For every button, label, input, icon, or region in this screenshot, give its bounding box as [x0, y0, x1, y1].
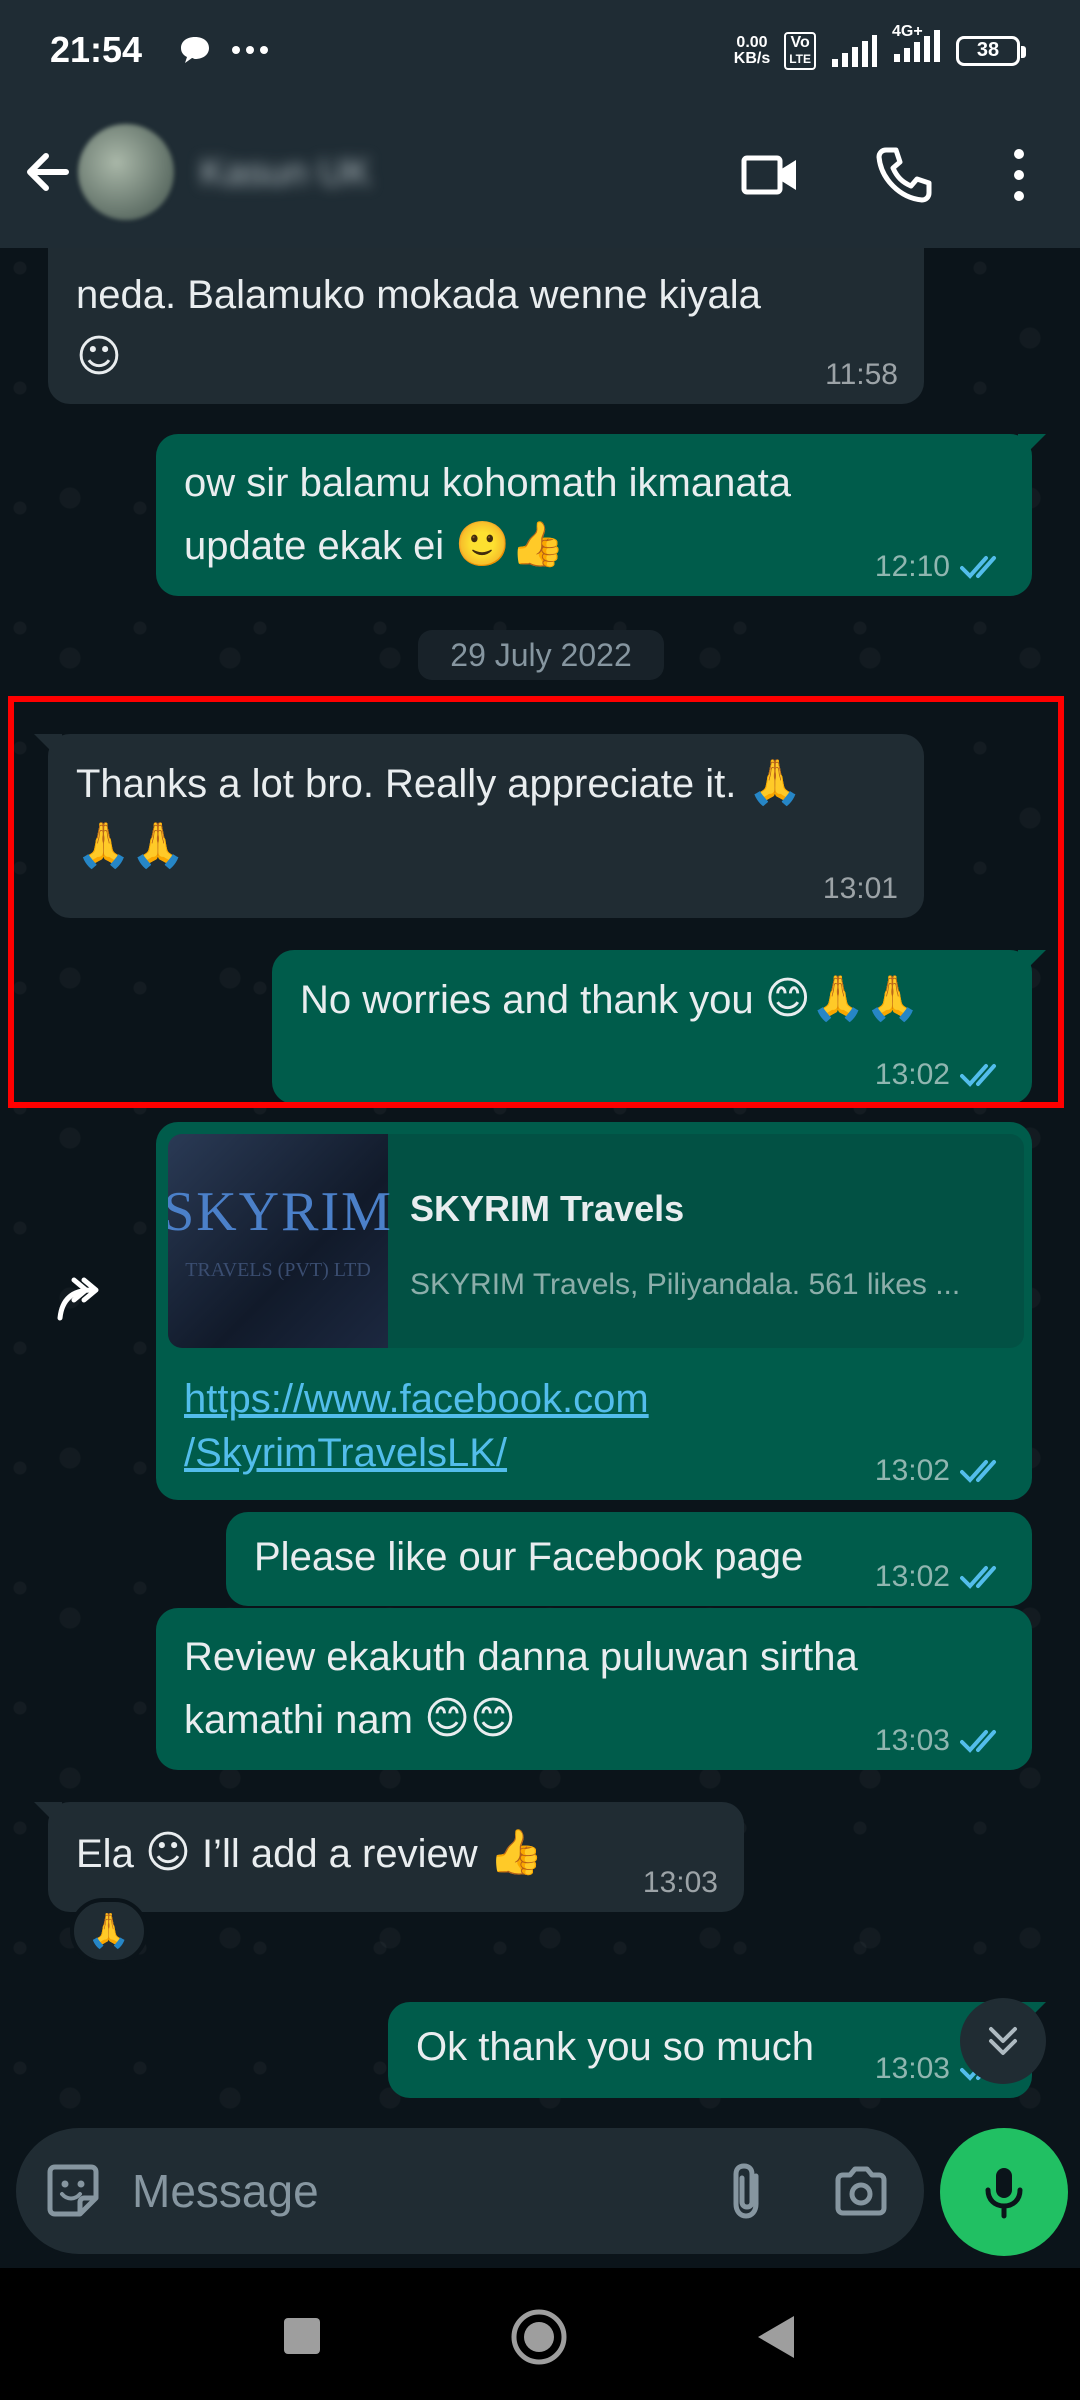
system-nav-bar [0, 2268, 1080, 2400]
message-meta: 13:03 [875, 1726, 1006, 1756]
home-button[interactable] [510, 2308, 568, 2366]
message-text: Ela ☺ I’ll add a review 👍 [76, 1827, 544, 1878]
message-outgoing[interactable]: Review ekakuth danna puluwan sirtha kama… [156, 1608, 1032, 1770]
link-title: SKYRIM Travels [410, 1188, 685, 1229]
bubble-tail [1018, 434, 1046, 462]
voice-record-button[interactable] [940, 2128, 1068, 2256]
message-input[interactable]: Message [16, 2128, 924, 2254]
message-meta: 13:02 [875, 1562, 1006, 1592]
message-time: 11:58 [825, 358, 898, 391]
read-ticks-icon [960, 1566, 996, 1589]
message-meta: 13:02 [875, 1456, 1006, 1486]
chat-notification-icon [181, 37, 210, 63]
smiling-emoji: ☺ [76, 331, 122, 382]
message-placeholder: Message [132, 2165, 319, 2217]
network-4g: 4G+ [892, 24, 942, 73]
message-outgoing[interactable]: Ok thank you so much 13:03 [388, 2002, 1046, 2098]
highlight-box [8, 696, 1064, 1108]
message-meta: 13:03 [643, 1868, 718, 1898]
more-notifications-icon [232, 46, 269, 54]
link-url[interactable]: https://www.facebook.com /SkyrimTravelsL… [184, 1372, 649, 1480]
status-right: 0.00 KB/s Vo LTE 4G+ 38 [733, 24, 1026, 73]
status-time: 21:54 [50, 29, 143, 70]
double-chevron-down-icon [989, 2027, 1017, 2055]
message-time: 13:03 [874, 1724, 950, 1757]
message-reaction[interactable]: 🙏 [70, 1898, 148, 1964]
read-ticks-icon [960, 556, 996, 579]
message-incoming[interactable]: neda. Balamuko mokada wenne kiyala ☺ 11:… [48, 248, 924, 404]
more-options-icon[interactable] [984, 140, 1054, 210]
message-list[interactable]: neda. Balamuko mokada wenne kiyala ☺ 11:… [0, 248, 1080, 2128]
signal-icon [832, 34, 877, 67]
thumbnail-logo-sub: TRAVELS (PVT) LTD [185, 1259, 371, 1281]
forward-icon[interactable] [48, 1258, 128, 1338]
read-ticks-icon [960, 1730, 996, 1753]
message-time: 13:03 [874, 2052, 950, 2085]
link-thumbnail: SKYRIM TRAVELS (PVT) LTD [168, 1134, 391, 1348]
thumbnail-logo: SKYRIM [168, 1181, 393, 1243]
smile-thumbs-up-emoji: 🙂👍 [455, 519, 565, 570]
recent-apps-button[interactable] [280, 2314, 324, 2358]
voice-call-icon[interactable] [868, 140, 938, 210]
link-description: SKYRIM Travels, Piliyandala. 561 likes .… [410, 1268, 961, 1301]
message-outgoing-link[interactable]: SKYRIM TRAVELS (PVT) LTD SKYRIM Travels … [156, 1122, 1032, 1500]
message-time: 13:02 [874, 1560, 950, 1593]
smiling-emoji: 😊😊 [424, 1693, 516, 1744]
composer: Message [0, 2128, 1080, 2268]
link-site: www.facebook.com [410, 1330, 960, 1348]
date-divider: 29 July 2022 [418, 630, 664, 680]
sticker-icon[interactable] [42, 2160, 104, 2222]
message-time: 13:03 [642, 1866, 718, 1899]
scroll-to-bottom-button[interactable] [960, 1998, 1046, 2084]
message-time: 13:02 [874, 1454, 950, 1487]
back-arrow-icon[interactable] [18, 142, 78, 202]
message-meta: 12:10 [875, 552, 1006, 582]
smiling-emoji: ☺ [144, 1827, 191, 1878]
volte-badge: Vo LTE [784, 31, 816, 70]
message-outgoing[interactable]: ow sir balamu kohomath ikmanata update e… [156, 434, 1046, 596]
contact-name[interactable]: Kasun UK [200, 152, 371, 195]
message-incoming[interactable]: Ela ☺ I’ll add a review 👍 13:03 [34, 1802, 744, 1912]
back-button[interactable] [752, 2312, 800, 2362]
video-call-icon[interactable] [736, 140, 806, 210]
contact-avatar[interactable] [78, 124, 174, 220]
message-meta: 11:58 [825, 360, 898, 390]
status-left: 21:54 [50, 29, 270, 71]
network-speed: 0.00 KB/s [733, 33, 771, 67]
thumbs-up-emoji: 👍 [488, 1827, 544, 1878]
battery-indicator: 38 [956, 35, 1026, 66]
attach-icon[interactable] [716, 2160, 778, 2222]
camera-icon[interactable] [830, 2160, 892, 2222]
link-info: SKYRIM Travels SKYRIM Travels, Piliyanda… [388, 1134, 960, 1348]
message-time: 12:10 [874, 550, 950, 583]
chat-header: Kasun UK [0, 100, 1080, 248]
read-ticks-icon [960, 1460, 996, 1483]
message-outgoing[interactable]: Please like our Facebook page 13:02 [226, 1512, 1032, 1606]
status-bar: 21:54 0.00 KB/s Vo LTE 4G+ 38 [0, 0, 1080, 100]
bubble-tail [34, 1802, 62, 1830]
link-preview[interactable]: SKYRIM TRAVELS (PVT) LTD SKYRIM Travels … [168, 1134, 1024, 1348]
microphone-icon [985, 2168, 1023, 2219]
message-text: neda. Balamuko mokada wenne kiyala ☺ [76, 273, 761, 382]
